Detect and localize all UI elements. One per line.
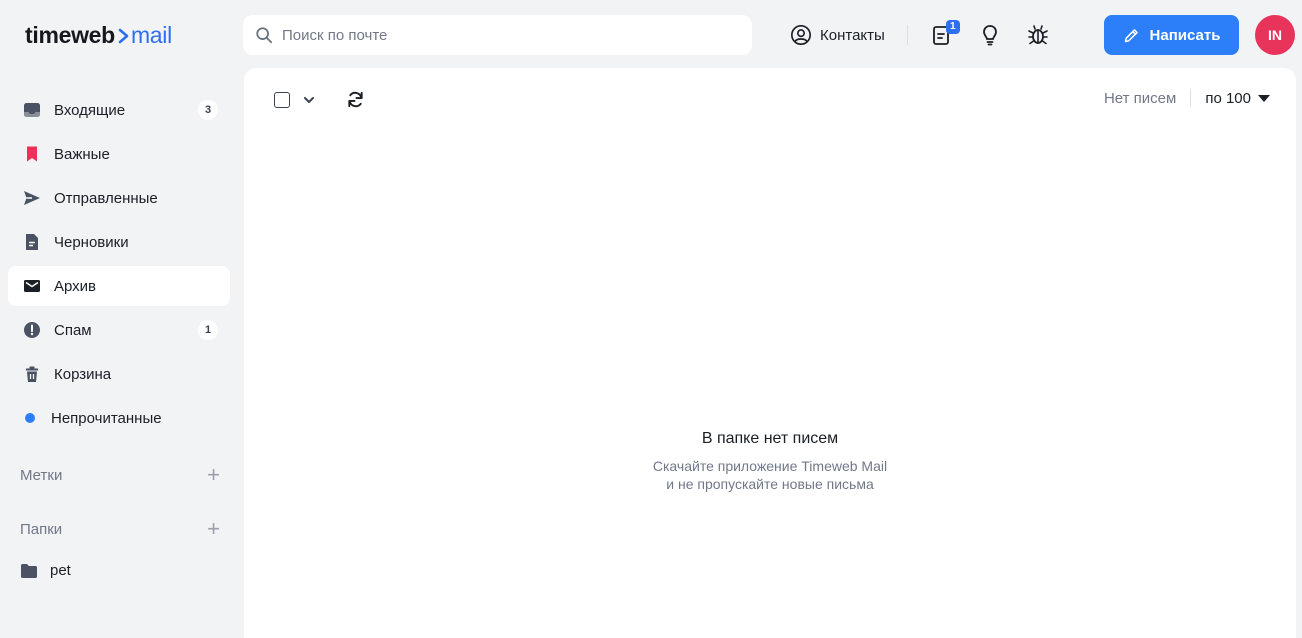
sidebar-item-unread[interactable]: Непрочитанные: [8, 398, 230, 438]
bug-icon: [1027, 25, 1048, 45]
pencil-icon: [1124, 28, 1138, 42]
sidebar-item-trash[interactable]: Корзина: [8, 354, 230, 394]
caret-down-icon: [1258, 94, 1270, 102]
lightbulb-icon: [982, 25, 997, 46]
send-icon: [23, 189, 41, 207]
labels-section-title: Метки: [20, 466, 63, 484]
sidebar-item-label: Непрочитанные: [51, 409, 162, 427]
sidebar-item-label: Корзина: [54, 365, 112, 383]
contacts-button[interactable]: Контакты: [790, 24, 885, 46]
list-meta: Нет писем по 100: [1104, 89, 1270, 107]
mail-list-panel: Нет писем по 100 В папке нет писем Скача…: [244, 68, 1296, 638]
labels-section-header: Метки +: [20, 464, 220, 486]
per-page-dropdown[interactable]: по 100: [1205, 90, 1270, 107]
sidebar-item-label: Входящие: [54, 101, 126, 119]
search-icon: [256, 27, 273, 44]
per-page-value: по 100: [1205, 89, 1251, 107]
sidebar-item-inbox[interactable]: Входящие 3: [8, 90, 230, 130]
chevron-down-icon[interactable]: [302, 93, 316, 107]
tasks-badge: 1: [945, 20, 960, 34]
empty-state: В папке нет писем Скачайте приложение Ti…: [244, 430, 1296, 493]
inbox-icon: [23, 101, 41, 119]
header-divider: [906, 25, 908, 45]
sidebar-item-label: Архив: [54, 277, 97, 295]
archive-icon: [23, 277, 41, 295]
sidebar-item-label: Важные: [54, 145, 110, 163]
contacts-label: Контакты: [820, 26, 885, 44]
sidebar-item-important[interactable]: Важные: [8, 134, 230, 174]
search-input[interactable]: [282, 26, 722, 44]
user-avatar[interactable]: IN: [1255, 15, 1295, 55]
logo-chevron-icon: [118, 28, 129, 43]
tasks-button[interactable]: 1: [930, 20, 960, 47]
bookmark-icon: [23, 145, 41, 163]
folder-item-pet[interactable]: pet: [20, 562, 71, 579]
empty-line-2: и не пропускайте новые письма: [666, 476, 874, 492]
sidebar-item-label: Черновики: [54, 233, 129, 251]
tips-button[interactable]: [978, 23, 1002, 47]
sidebar-item-label: Спам: [54, 321, 92, 339]
meta-divider: [1190, 89, 1192, 107]
sidebar: Входящие 3 Важные Отправленные Черновики…: [8, 90, 230, 442]
draft-icon: [23, 233, 41, 251]
sidebar-item-sent[interactable]: Отправленные: [8, 178, 230, 218]
select-all-checkbox[interactable]: [274, 91, 290, 108]
search-box[interactable]: [243, 15, 752, 55]
list-toolbar: [274, 90, 365, 109]
folder-icon: [21, 563, 37, 578]
folder-name: pet: [50, 562, 71, 579]
compose-label: Написать: [1149, 26, 1221, 44]
add-label-plus-icon[interactable]: +: [207, 464, 220, 486]
app-logo[interactable]: timeweb mail: [25, 22, 172, 49]
logo-text-mail: mail: [130, 22, 172, 48]
add-folder-plus-icon[interactable]: +: [207, 518, 220, 540]
list-status: Нет писем: [1103, 89, 1177, 107]
contacts-icon: [791, 25, 811, 45]
trash-icon: [23, 365, 41, 383]
folders-section-title: Папки: [20, 520, 63, 538]
sidebar-item-archive[interactable]: Архив: [8, 266, 230, 306]
folders-section-header: Папки +: [20, 518, 220, 540]
sidebar-item-label: Отправленные: [54, 189, 158, 207]
header-actions: Контакты 1: [790, 20, 1074, 50]
sidebar-item-spam[interactable]: Спам 1: [8, 310, 230, 350]
unread-dot-icon: [25, 413, 35, 423]
spam-count-badge: 1: [198, 320, 218, 340]
bug-report-button[interactable]: [1026, 23, 1050, 47]
unread-count-badge: 3: [198, 100, 218, 120]
compose-button[interactable]: Написать: [1104, 15, 1239, 55]
sidebar-item-drafts[interactable]: Черновики: [8, 222, 230, 262]
logo-text-timeweb: timeweb: [25, 22, 115, 48]
refresh-icon[interactable]: [346, 90, 365, 109]
empty-line-1: Скачайте приложение Timeweb Mail: [652, 458, 888, 474]
spam-icon: [23, 321, 41, 339]
empty-title: В папке нет писем: [701, 430, 839, 447]
